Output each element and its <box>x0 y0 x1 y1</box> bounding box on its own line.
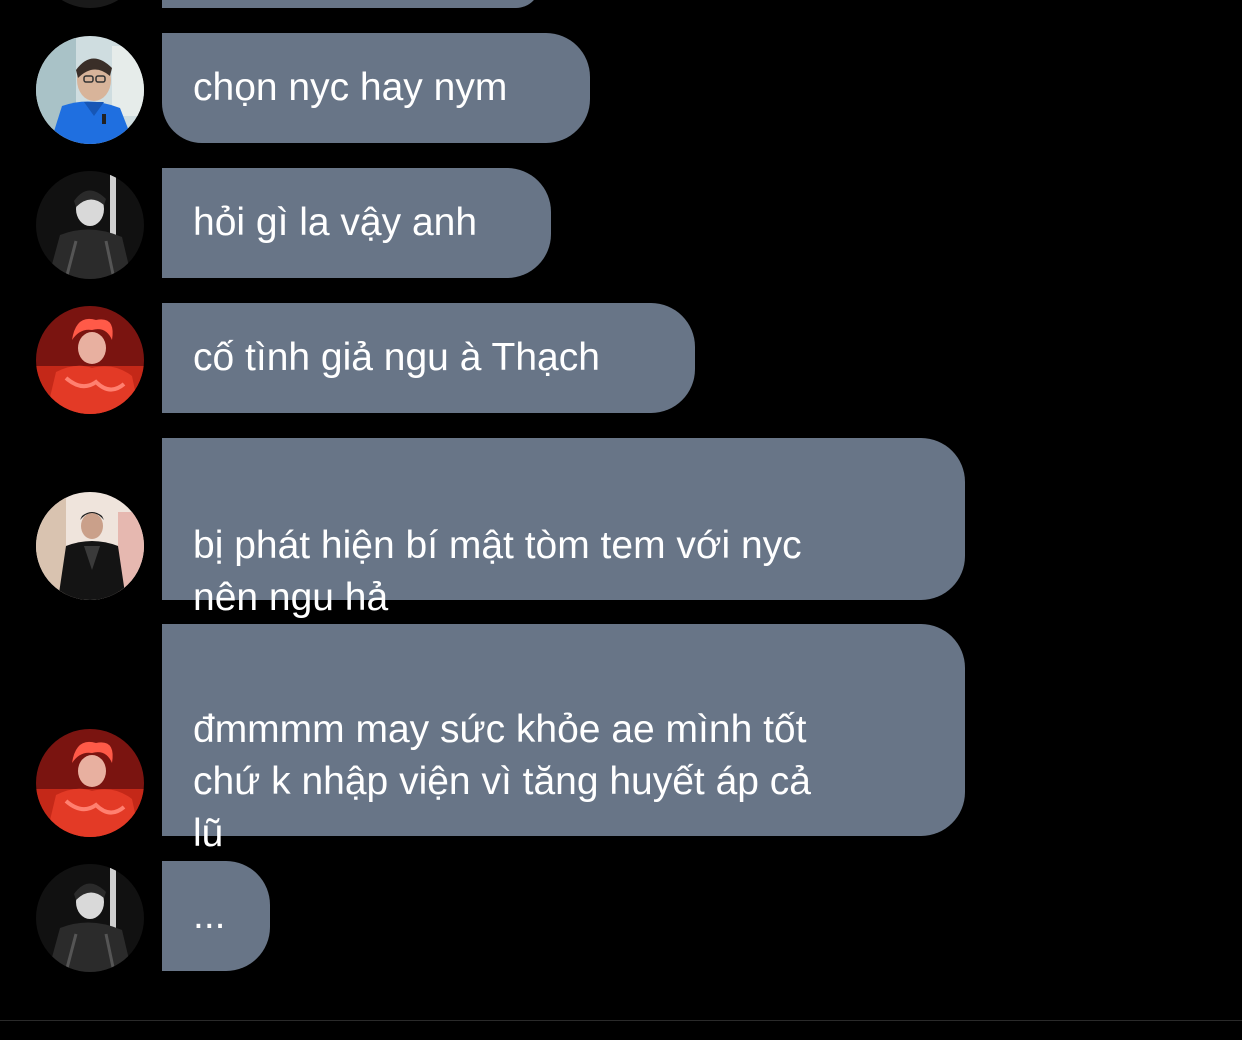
avatar-red[interactable] <box>36 729 144 837</box>
avatar-leather-jacket[interactable] <box>36 492 144 600</box>
message-bubble-partial[interactable] <box>162 0 540 8</box>
message-bubble[interactable]: đmmmm may sức khỏe ae mình tốt chứ k nhậ… <box>162 624 965 855</box>
avatar-blue-shirt[interactable] <box>36 36 144 144</box>
message-bubble[interactable]: cố tình giả ngu à Thạch <box>162 303 695 413</box>
avatar-red[interactable] <box>36 306 144 414</box>
message-text: đmmmm may sức khỏe ae mình tốt chứ k nhậ… <box>193 708 812 855</box>
chat-thread: chọn nyc hay nym hỏi gì la vậy anh cố tì… <box>0 0 1242 1020</box>
message-bubble[interactable]: bị phát hiện bí mật tòm tem với nyc nên … <box>162 438 965 619</box>
message-text: bị phát hiện bí mật tòm tem với nyc nên … <box>193 524 802 619</box>
avatar-partial[interactable] <box>36 0 144 8</box>
message-text: chọn nyc hay nym <box>193 66 508 109</box>
message-text: cố tình giả ngu à Thạch <box>193 336 600 379</box>
message-text: ... <box>193 894 226 937</box>
bottom-bar <box>0 1020 1242 1040</box>
message-bubble[interactable]: hỏi gì la vậy anh <box>162 168 551 278</box>
message-bubble[interactable]: ... <box>162 861 270 971</box>
avatar-black-white[interactable] <box>36 171 144 279</box>
message-bubble[interactable]: chọn nyc hay nym <box>162 33 590 143</box>
message-text: hỏi gì la vậy anh <box>193 201 478 244</box>
avatar-black-white[interactable] <box>36 864 144 972</box>
